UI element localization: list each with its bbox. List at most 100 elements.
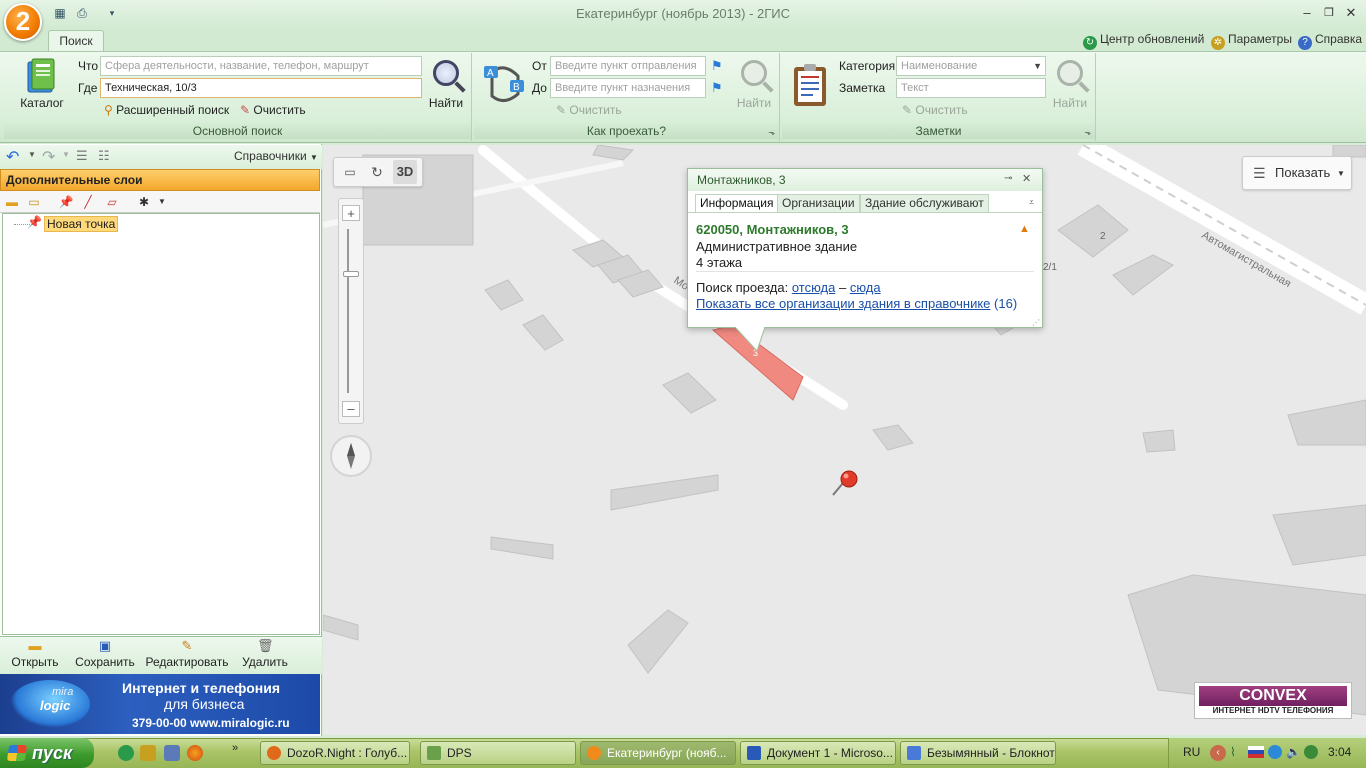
forward-icon[interactable]: ↷ [42,147,55,167]
save-button[interactable]: ▣ Сохранить [70,638,140,669]
show-layers-button[interactable]: ☰ Показать ▼ [1242,156,1352,190]
quicklaunch-icon[interactable] [140,745,156,761]
route-to-here-link[interactable]: сюда [850,280,881,295]
pin-icon[interactable]: 📌 [58,194,74,210]
building [1287,399,1366,446]
volume-icon[interactable]: 🔈 [1286,745,1301,759]
zoom-in-button[interactable]: + [342,205,360,221]
russian-flag-icon[interactable] [1248,746,1264,758]
close-icon[interactable]: ✕ [1022,172,1031,185]
task-word[interactable]: Документ 1 - Microso... [740,741,896,765]
zoom-out-button[interactable]: – [342,401,360,417]
line-icon[interactable]: ╱ [80,194,96,210]
tab-building-services[interactable]: Здание обслуживают [860,194,989,213]
route-ab-icon: A B [484,66,524,102]
resize-grip-icon[interactable]: ⋰ [1032,318,1040,327]
building [1272,504,1366,566]
settings-link[interactable]: ✲ Параметры [1211,31,1292,50]
to-input[interactable]: Введите пункт назначения [550,78,706,98]
pushpin-icon[interactable] [832,470,858,496]
chevron-right-icon[interactable]: » [232,742,238,754]
chevron-down-icon[interactable]: ▼ [154,194,170,210]
task-dps[interactable]: DPS [420,741,576,765]
help-link[interactable]: ? Справка [1298,31,1362,50]
find-button[interactable]: Найти [426,60,466,110]
clear-notes-button[interactable]: ✎ Очистить [902,101,968,119]
task-2gis[interactable]: Екатеринбург (нояб... [580,741,736,765]
to-pick-icon[interactable]: ⚑ [711,80,725,95]
clear-search-button[interactable]: ✎ Очистить [240,101,306,119]
from-input[interactable]: Введите пункт отправления [550,56,706,76]
where-label: Где [78,81,98,95]
tab-search[interactable]: Поиск [48,30,104,52]
start-button[interactable]: пуск [0,738,94,768]
catalog-button[interactable]: Каталог [14,58,70,110]
edit-button[interactable]: ✎ Редактировать [144,638,230,669]
zoom-track[interactable] [347,229,349,393]
tab-information[interactable]: Информация [695,194,779,213]
asterisk-icon[interactable]: ✱ [136,194,152,210]
expand-icon[interactable]: ⬎ [1084,128,1091,137]
update-center-link[interactable]: ↻ Центр обновлений [1083,31,1204,50]
ad-brand-bottom: logic [40,698,71,713]
category-select[interactable]: Наименование ▼ [896,56,1046,76]
route-find-button[interactable]: Найти [734,60,774,110]
chevron-down-icon[interactable]: ⩡ [1029,197,1034,208]
eraser-icon: ✎ [556,103,567,117]
tree-item-new-point[interactable]: Новая точка [44,216,119,232]
clear-route-button[interactable]: ✎ Очистить [556,101,622,119]
left-nav-bar: ↶ ▼ ↷ ▼ ☰ ☷ Справочники ▼ [0,145,322,169]
compass-icon[interactable] [330,435,372,477]
convex-subtitle: ИНТЕРНЕТ HDTV ТЕЛЕФОНИЯ [1212,706,1334,715]
convex-ad-banner[interactable]: CONVEX ИНТЕРНЕТ HDTV ТЕЛЕФОНИЯ [1194,682,1352,719]
close-button[interactable]: ✕ [1340,4,1362,22]
folder-open-icon[interactable]: ▭ [26,194,42,210]
utorrent-icon[interactable] [118,745,134,761]
tray-app-icon[interactable] [1268,745,1282,759]
route-from-here-link[interactable]: отсюда [792,280,836,295]
pin-popup-icon[interactable]: ⊸ [1004,173,1012,184]
task-dozor[interactable]: DozoR.Night : Голуб... [260,741,410,765]
show-all-orgs-link[interactable]: Показать все организации здания в справо… [696,296,990,311]
network-icon[interactable]: ⌇ [1230,745,1244,761]
building [522,314,564,351]
eraser-icon: ✎ [902,103,913,117]
maximize-button[interactable]: ❐ [1318,4,1340,22]
what-input[interactable]: Сфера деятельности, название, телефон, м… [100,56,422,76]
note-input[interactable]: Текст [896,78,1046,98]
task-notepad[interactable]: Безымянный - Блокнот [900,741,1056,765]
minimize-button[interactable]: – [1296,4,1318,22]
from-pick-icon[interactable]: ⚑ [711,58,725,73]
chevron-left-icon[interactable]: ‹ [1210,745,1226,761]
folder-icon[interactable]: ▬ [4,194,20,210]
firefox-icon[interactable] [187,745,203,761]
zoom-handle[interactable] [343,271,359,277]
building [1142,429,1176,453]
tree-icon[interactable]: ☷ [98,148,110,164]
building [323,614,359,641]
chevron-down-icon[interactable]: ▼ [62,150,70,159]
list-icon[interactable]: ☰ [76,148,88,164]
warning-icon[interactable]: ▲ [1019,223,1030,235]
delete-button[interactable]: 🗑 Удалить [230,638,300,669]
miralogic-ad-banner[interactable]: mira logic Интернет и телефония для бизн… [0,674,320,734]
notes-find-button[interactable]: Найти [1050,60,1090,110]
where-input[interactable]: Техническая, 10/3 [100,78,422,98]
rotate-icon[interactable]: ↻ [365,160,389,184]
mode-3d-button[interactable]: 3D [393,160,417,184]
advanced-search-button[interactable]: ⚲ Расширенный поиск [104,101,229,119]
language-indicator[interactable]: RU [1183,745,1200,759]
save-icon: ▣ [98,638,112,653]
quicklaunch-icon[interactable] [164,745,180,761]
back-icon[interactable]: ↶ [6,147,19,167]
ruler-icon[interactable]: ▭ [338,160,362,184]
open-button[interactable]: ▬ Открыть [0,638,70,669]
polygon-icon[interactable]: ▱ [104,194,120,210]
app-logo[interactable]: 2 [4,3,42,41]
tray-app-icon[interactable] [1304,745,1318,759]
chevron-down-icon[interactable]: ▼ [28,150,36,159]
tab-organizations[interactable]: Организации [777,194,860,213]
svg-text:A: A [487,68,494,79]
directory-dropdown[interactable]: Справочники ▼ [234,149,318,163]
expand-icon[interactable]: ⬎ [768,128,775,137]
